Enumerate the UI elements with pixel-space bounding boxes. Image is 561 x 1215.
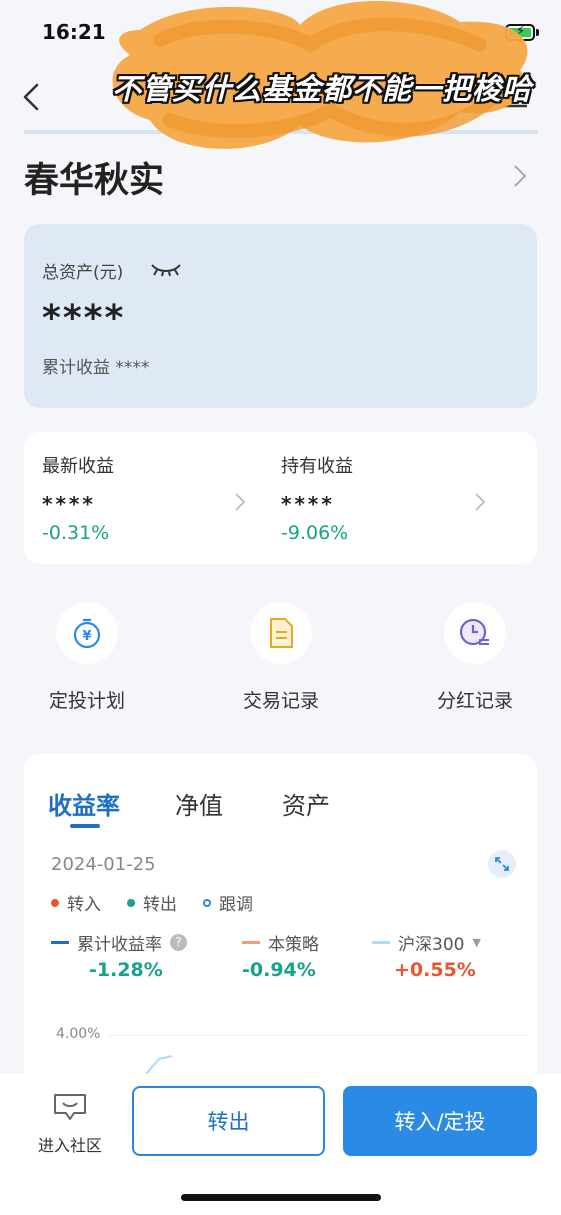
holding-income-pct: -9.06% [281, 522, 349, 544]
action-label: 交易记录 [242, 690, 319, 712]
cumulative-income: 累计收益 **** [42, 358, 150, 378]
legend-buy: 转入 [51, 890, 101, 915]
fund-title[interactable]: 春华秋实 [24, 152, 164, 203]
transfer-out-button[interactable]: 转出 [132, 1086, 325, 1156]
chart-date: 2024-01-25 [51, 854, 156, 875]
sell-dot-icon [127, 898, 135, 907]
total-assets-label: 总资产(元) [42, 263, 124, 283]
status-time: 16:21 [42, 20, 106, 44]
series-line-icon [242, 941, 260, 944]
series-value: -1.28% [89, 959, 163, 981]
clock-list-icon [459, 618, 489, 646]
series-csi300[interactable]: 沪深300 ▼ +0.55% [372, 930, 481, 981]
transfer-in-button[interactable]: 转入/定投 [343, 1086, 537, 1156]
latest-income-label: 最新收益 [42, 456, 114, 477]
follow-dot-icon [203, 898, 211, 907]
series-name: 沪深300 [398, 935, 465, 955]
overlay-caption: 不管买什么基金都不能一把梭哈 [112, 72, 533, 106]
holding-income[interactable]: 持有收益 **** -9.06% [281, 452, 353, 544]
series-cumulative[interactable]: 累计收益率 ? -1.28% [51, 930, 187, 981]
chart-card: 收益率 净值 资产 2024-01-25 转入 转出 跟调 累计收益率 ? -1… [24, 754, 537, 1094]
timer-yen-icon: ¥ [73, 618, 101, 649]
tab-assets[interactable]: 资产 [282, 786, 330, 821]
home-indicator [181, 1194, 381, 1201]
chevron-right-icon[interactable] [474, 492, 486, 512]
holding-income-label: 持有收益 [281, 456, 353, 477]
chevron-right-icon[interactable] [512, 163, 528, 189]
trade-records-button[interactable]: 交易记录 [211, 602, 351, 713]
holding-income-value: **** [281, 492, 335, 516]
chat-bubble-icon [54, 1094, 86, 1120]
sip-plan-button[interactable]: ¥ 定投计划 [17, 602, 157, 713]
action-label: 分红记录 [436, 690, 513, 712]
community-button[interactable]: 进入社区 [30, 1092, 110, 1156]
grid-line [108, 1035, 528, 1036]
action-label: 定投计划 [48, 690, 125, 712]
latest-income[interactable]: 最新收益 **** -0.31% [42, 452, 114, 544]
svg-text:¥: ¥ [82, 629, 91, 644]
dividend-records-button[interactable]: 分红记录 [405, 602, 545, 713]
expand-icon[interactable] [488, 850, 516, 878]
tab-nav[interactable]: 净值 [175, 786, 223, 821]
marker-legend: 转入 转出 跟调 [51, 890, 253, 915]
eye-closed-icon[interactable] [149, 261, 183, 277]
dropdown-caret-icon[interactable]: ▼ [472, 936, 480, 949]
y-axis-tick: 4.00% [56, 1026, 101, 1042]
latest-income-value: **** [42, 492, 96, 516]
series-value: -0.94% [242, 959, 316, 981]
income-card: 最新收益 **** -0.31% 持有收益 **** -9.06% [24, 432, 537, 564]
legend-sell: 转出 [127, 890, 177, 915]
bottom-bar: 进入社区 转出 转入/定投 [0, 1074, 561, 1215]
help-icon[interactable]: ? [170, 934, 187, 951]
community-label: 进入社区 [37, 1136, 102, 1155]
latest-income-pct: -0.31% [42, 522, 110, 544]
series-name: 本策略 [268, 935, 319, 955]
total-assets-value: **** [42, 298, 126, 339]
chevron-right-icon[interactable] [234, 492, 246, 512]
series-line-icon [372, 941, 390, 944]
scribble-overlay: 不管买什么基金都不能一把梭哈 [100, 0, 540, 165]
series-strategy[interactable]: 本策略 -0.94% [242, 930, 319, 981]
legend-follow: 跟调 [203, 890, 253, 915]
series-value: +0.55% [394, 959, 476, 981]
tab-return-rate[interactable]: 收益率 [48, 786, 120, 821]
series-line-icon [51, 941, 69, 944]
asset-card: 总资产(元) **** 累计收益 **** [24, 224, 537, 408]
buy-dot-icon [51, 898, 59, 907]
document-icon [270, 618, 293, 648]
series-csi300-line [145, 1055, 173, 1075]
series-name: 累计收益率 [77, 935, 162, 955]
back-icon[interactable] [20, 82, 42, 112]
tab-underline [70, 824, 100, 828]
